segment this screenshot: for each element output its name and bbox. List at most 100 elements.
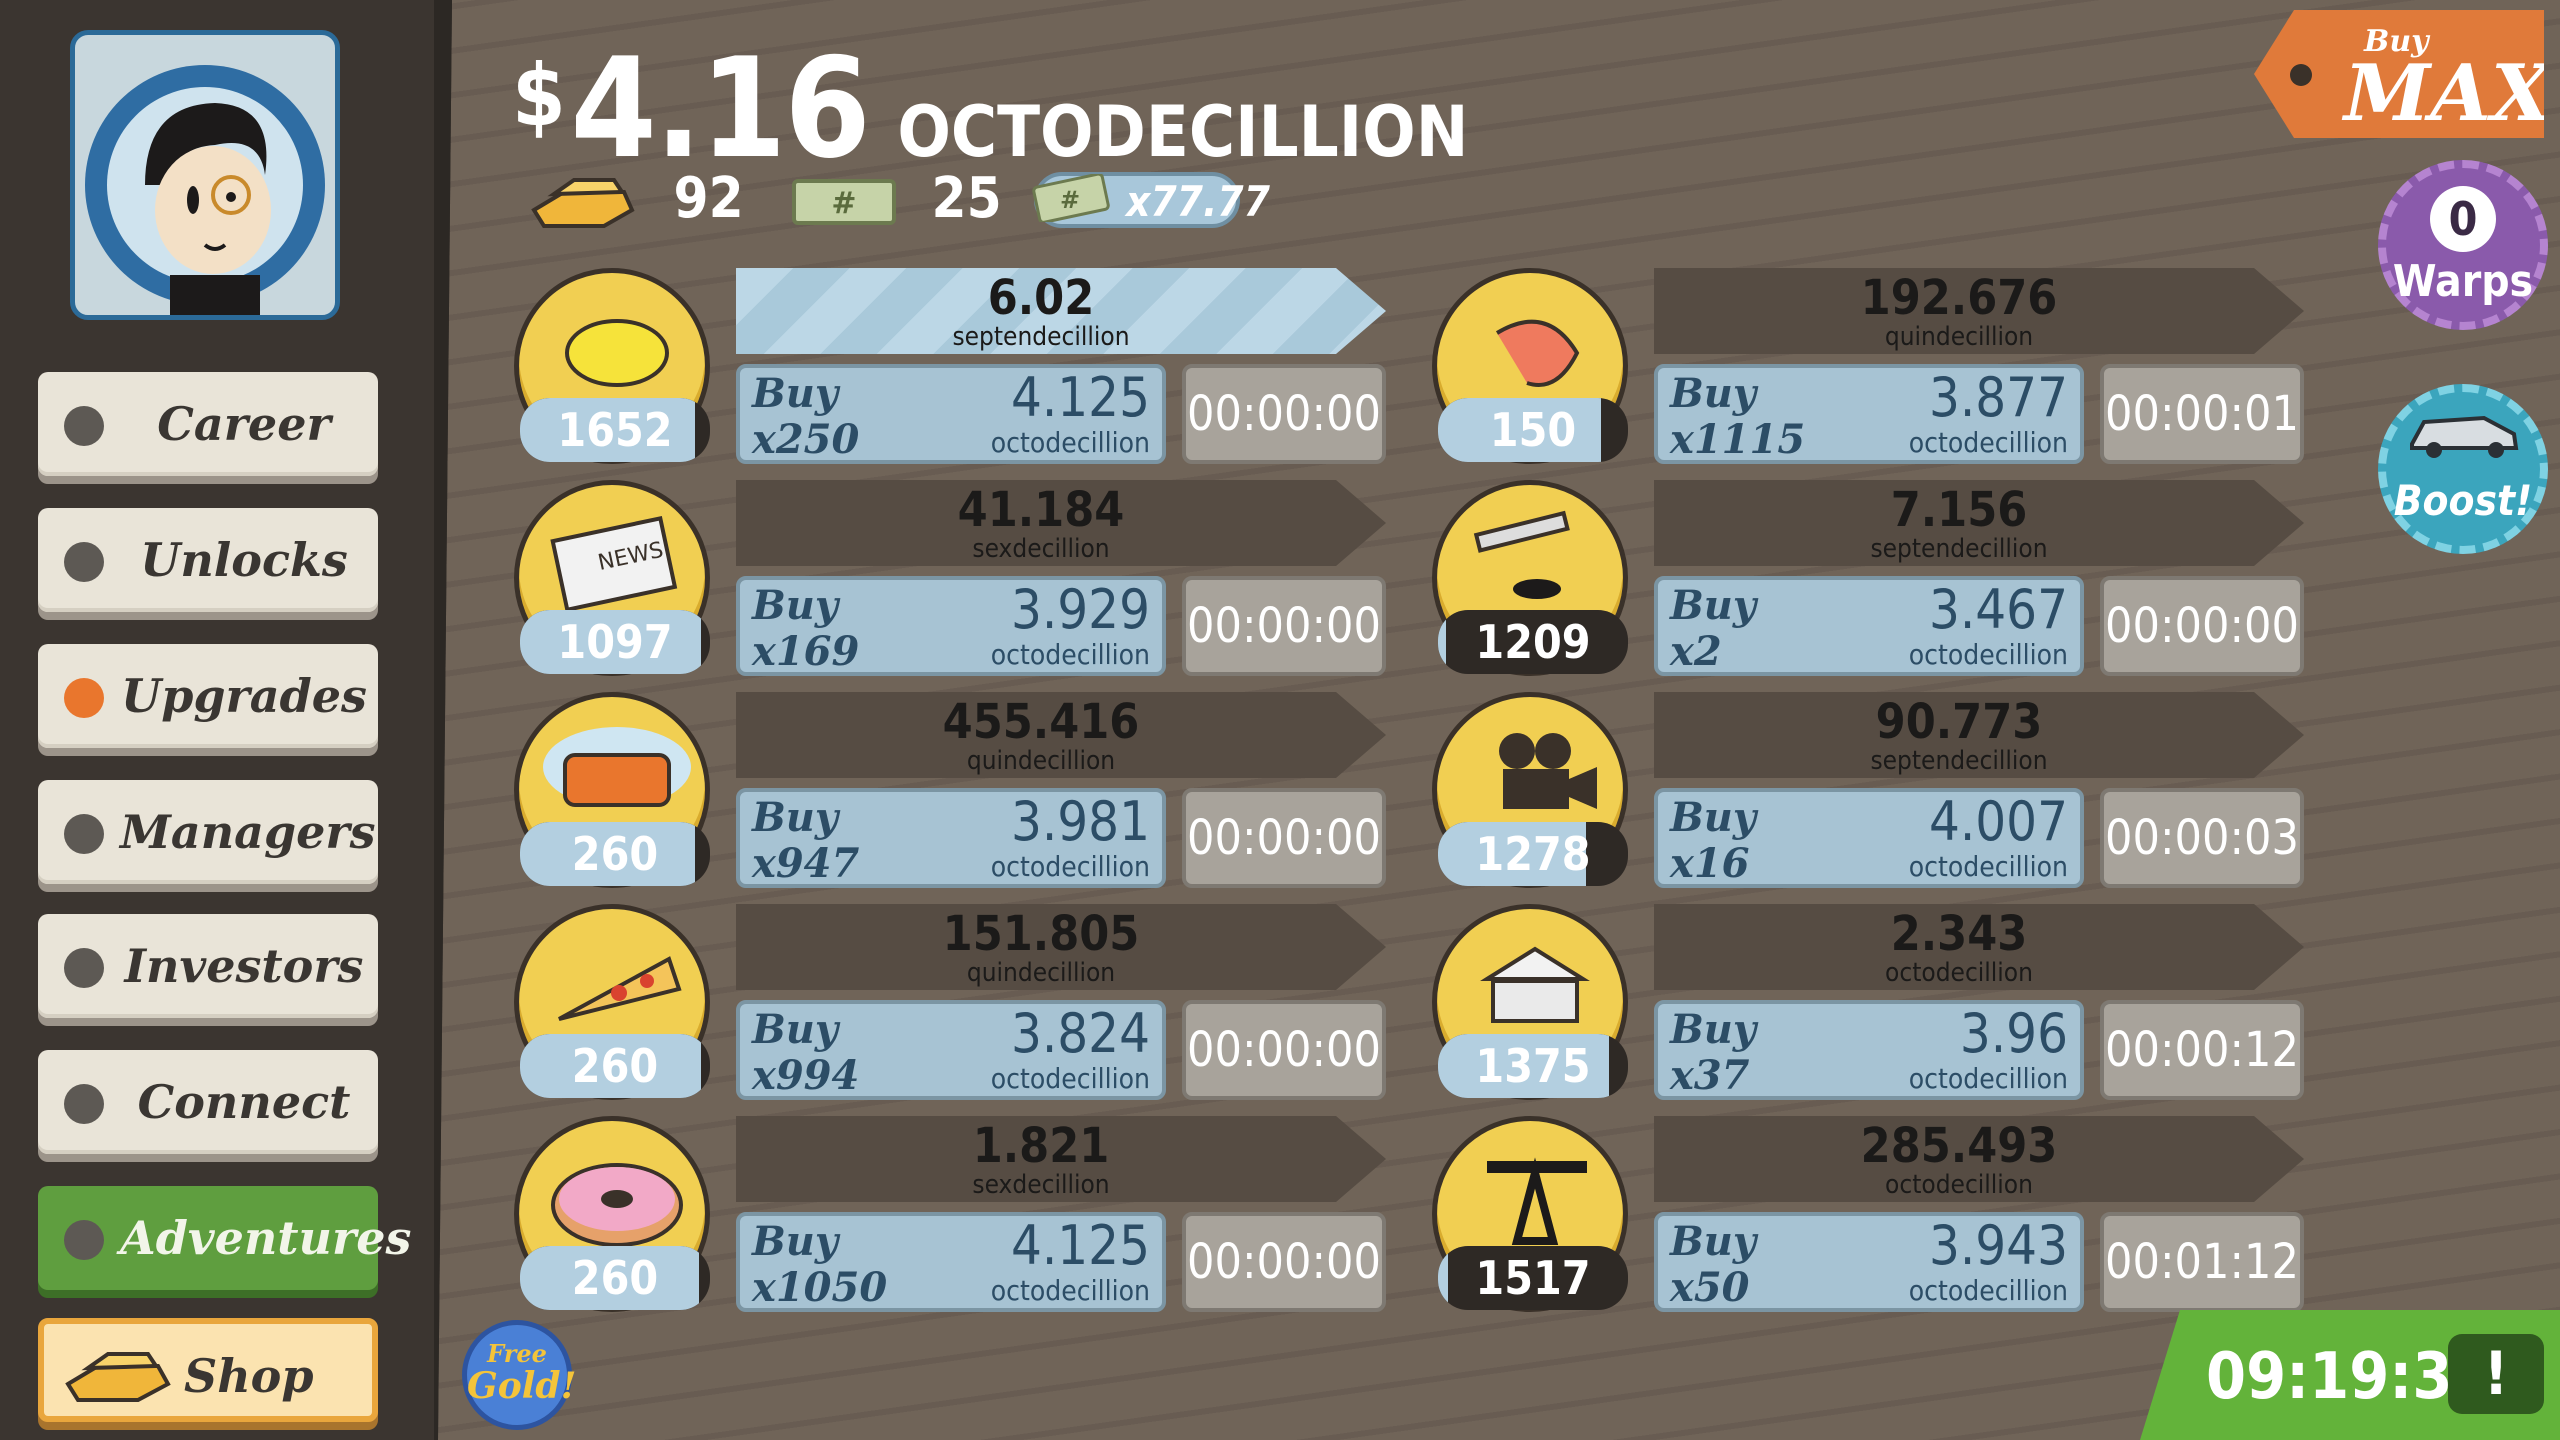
buy-cost-unit: octodecillion [1908,1062,2068,1095]
sidebar-item-connect[interactable]: Connect [38,1050,378,1154]
buy-button[interactable]: Buy x16 4.007 octodecillion [1654,788,2084,888]
buy-label: Buy [1670,794,1757,841]
sidebar-item-label: Career [157,397,331,451]
sidebar-item-label: Unlocks [140,533,348,587]
gold-count: 92 [673,166,744,231]
sidebar-item-unlocks[interactable]: Unlocks [38,508,378,612]
business-row: 260 151.805 quindecillion Buy x994 3.824 octod… [514,904,1414,1104]
owned-count: 1209 [1438,610,1628,674]
revenue-unit: septendecillion [1870,534,2048,564]
megabucks-counter: # 25 [792,164,1002,234]
free-gold-button[interactable]: Free Gold! [462,1320,577,1430]
sidebar-item-adventures[interactable]: Adventures [38,1186,412,1290]
buy-label: Buy [752,370,839,417]
owned-count-value: 260 [571,1039,659,1093]
buy-label: Buy [1670,1006,1757,1053]
business-row: 1517 285.493 octodecillion Buy x50 3.943 octod… [1432,1116,2332,1316]
status-dot [64,406,104,446]
buy-cost-unit: octodecillion [990,426,1150,459]
boost-button[interactable]: Boost! [2378,384,2548,554]
owned-count: 260 [520,1034,710,1098]
status-dot [64,1220,104,1260]
buy-button[interactable]: Buy x1050 4.125 octodecillion [736,1212,1166,1312]
buy-cost: 3.96 [1959,1002,2068,1065]
buy-label: Buy [752,1218,839,1265]
owned-count-value: 260 [571,827,659,881]
buy-max-button[interactable]: Buy MAX [2254,10,2544,138]
revenue-unit: sexdecillion [972,534,1110,564]
sidebar-item-career[interactable]: Career [38,372,378,476]
cycle-timer: 00:00:01 [2100,364,2304,464]
sidebar-item-shop[interactable]: Shop [38,1318,378,1422]
warps-count: 0 [2430,186,2496,252]
revenue-value: 455.416 [942,694,1140,750]
multiplier-badge: # x77.77 [1032,172,1270,228]
revenue-value: 90.773 [1875,694,2043,750]
revenue-progress-bar: 192.676 quindecillion [1654,268,2304,354]
cycle-timer: 00:00:00 [1182,576,1386,676]
warps-button[interactable]: 0 Warps [2378,160,2548,330]
buy-quantity: x37 [1670,1052,1750,1099]
buy-quantity: x1050 [752,1264,888,1311]
buy-cost: 4.125 [1010,366,1150,429]
revenue-progress-bar: 90.773 septendecillion [1654,692,2304,778]
megabucks-bill-icon: # [1032,174,1110,222]
boost-label: Boost! [2393,476,2533,525]
megabucks-bill-icon: # [792,178,896,225]
sidebar-item-label: Shop [184,1349,314,1403]
status-dot [64,542,104,582]
buy-button[interactable]: Buy x994 3.824 octodecillion [736,1000,1166,1100]
buy-button[interactable]: Buy x2 3.467 octodecillion [1654,576,2084,676]
revenue-value: 1.821 [972,1118,1110,1174]
svg-text:#: # [1060,186,1080,214]
status-dot [64,814,104,854]
buy-button[interactable]: Buy x947 3.981 octodecillion [736,788,1166,888]
sidebar-item-label: Connect [137,1075,351,1129]
revenue-value: 6.02 [987,270,1095,326]
revenue-progress-bar: 1.821 sexdecillion [736,1116,1386,1202]
buy-button[interactable]: Buy x50 3.943 octodecillion [1654,1212,2084,1312]
buy-button[interactable]: Buy x169 3.929 octodecillion [736,576,1166,676]
sidebar-item-upgrades[interactable]: Upgrades [38,644,378,748]
buy-cost: 3.943 [1928,1214,2068,1277]
level-progress-fill [1438,610,1446,674]
buy-cost: 4.125 [1010,1214,1150,1277]
business-row: NEWS 1097 41.184 sexdecillion Buy x169 3.929 oc… [514,480,1414,680]
buy-button[interactable]: Buy x1115 3.877 octodecillion [1654,364,2084,464]
buy-quantity: x250 [752,416,860,463]
revenue-unit: octodecillion [1885,958,2033,988]
owned-count: 150 [1438,398,1628,462]
avatar[interactable] [70,30,340,320]
game-timer-panel[interactable]: 09:19:30 ! [2140,1310,2560,1440]
buy-cost: 3.877 [1928,366,2068,429]
buy-button[interactable]: Buy x37 3.96 octodecillion [1654,1000,2084,1100]
revenue-unit: sexdecillion [972,1170,1110,1200]
free-gold-line2: Gold! [467,1365,577,1407]
buy-cost: 4.007 [1928,790,2068,853]
sidebar-item-investors[interactable]: Investors [38,914,378,1018]
free-gold-line1: Free [487,1339,547,1368]
buy-cost-unit: octodecillion [990,1274,1150,1307]
owned-count-value: 1375 [1475,1039,1591,1093]
revenue-value: 41.184 [957,482,1125,538]
cycle-timer: 00:00:00 [1182,788,1386,888]
buy-cost-unit: octodecillion [990,638,1150,671]
buy-label: Buy [1670,370,1757,417]
buy-quantity: x2 [1670,628,1722,675]
currency-symbol: $ [512,46,566,146]
revenue-unit: quindecillion [1884,322,2034,352]
gold-counter[interactable]: 92 [528,164,744,234]
buy-cost: 3.467 [1928,578,2068,641]
owned-count: 1097 [520,610,710,674]
owned-count: 1278 [1438,822,1628,886]
sidebar-item-label: Adventures [120,1211,412,1265]
status-dot [64,1084,104,1124]
sidebar-item-managers[interactable]: Managers [38,780,378,884]
cycle-timer: 00:00:00 [1182,1000,1386,1100]
svg-text:#: # [831,186,856,221]
revenue-value: 151.805 [942,906,1140,962]
astronaut-avatar-icon [85,65,325,315]
buy-label: Buy [752,1006,839,1053]
buy-button[interactable]: Buy x250 4.125 octodecillion [736,364,1166,464]
buy-max-label-large: MAX [2344,48,2552,139]
